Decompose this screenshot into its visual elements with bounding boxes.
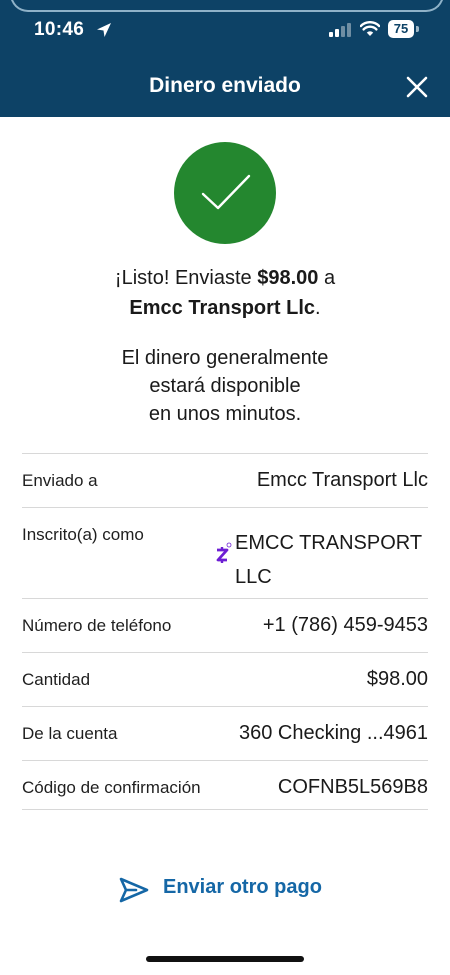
zelle-logo-icon	[216, 542, 232, 563]
detail-label: Cantidad	[22, 670, 91, 689]
enrolled-name-line: EMCC TRANSPORT	[235, 532, 423, 554]
detail-value: COFNB5L569B8	[277, 776, 428, 798]
availability-line: en unos minutos.	[148, 403, 302, 425]
home-indicator[interactable]	[146, 956, 304, 962]
location-arrow-icon	[97, 23, 111, 37]
detail-row-from-account: De la cuenta 360 Checking ...4961	[22, 706, 428, 760]
success-check-icon	[174, 142, 276, 244]
detail-value: Emcc Transport Llc	[256, 469, 428, 491]
detail-value: $98.00	[366, 668, 428, 690]
wifi-icon	[360, 21, 380, 36]
availability-line: El dinero generalmente	[121, 347, 329, 369]
detail-row-confirmation-code: Código de confirmación COFNB5L569B8	[22, 760, 428, 814]
message-prefix: ¡Listo! Enviaste	[114, 267, 258, 289]
message-suffix: a	[318, 267, 336, 289]
availability-line: estará disponible	[149, 375, 301, 397]
send-another-payment-label: Enviar otro pago	[163, 876, 322, 898]
detail-row-sent-to: Enviado a Emcc Transport Llc	[22, 453, 428, 507]
header-bar: 10:46 75 Dinero enviado	[0, 0, 450, 117]
detail-value: 360 Checking ...4961	[238, 722, 428, 744]
details-list: Enviado a Emcc Transport Llc Inscrito(a)…	[22, 453, 428, 814]
screen-rim	[10, 0, 444, 12]
enrolled-name-line: LLC	[235, 566, 272, 588]
recipient-name: Emcc Transport Llc	[129, 297, 316, 319]
page-title: Dinero enviado	[149, 74, 301, 97]
detail-label: Enviado a	[22, 471, 98, 490]
message-period: .	[315, 297, 321, 319]
detail-label: Número de teléfono	[22, 616, 172, 635]
detail-label: Código de confirmación	[22, 778, 201, 797]
confirmation-message: ¡Listo! Enviaste $98.00 a Emcc Transport…	[0, 263, 450, 323]
cellular-signal-icon	[329, 23, 351, 37]
close-icon[interactable]	[402, 72, 432, 102]
divider	[22, 809, 428, 810]
detail-row-phone: Número de teléfono +1 (786) 459-9453	[22, 598, 428, 652]
status-time: 10:46	[34, 19, 85, 40]
availability-message: El dinero generalmente estará disponible…	[0, 344, 450, 428]
send-paper-plane-icon	[119, 877, 149, 903]
battery-level: 75	[388, 20, 414, 38]
detail-value: +1 (786) 459-9453	[262, 614, 428, 636]
detail-row-enrolled-as: Inscrito(a) como EMCC TRANSPORT LLC	[22, 507, 428, 598]
battery-icon: 75	[388, 20, 420, 38]
battery-tip	[416, 26, 419, 32]
detail-label: Inscrito(a) como	[22, 525, 144, 544]
detail-value: EMCC TRANSPORT LLC	[235, 526, 428, 594]
detail-row-amount: Cantidad $98.00	[22, 652, 428, 706]
sent-amount: $98.00	[257, 267, 319, 289]
detail-label: De la cuenta	[22, 724, 118, 743]
